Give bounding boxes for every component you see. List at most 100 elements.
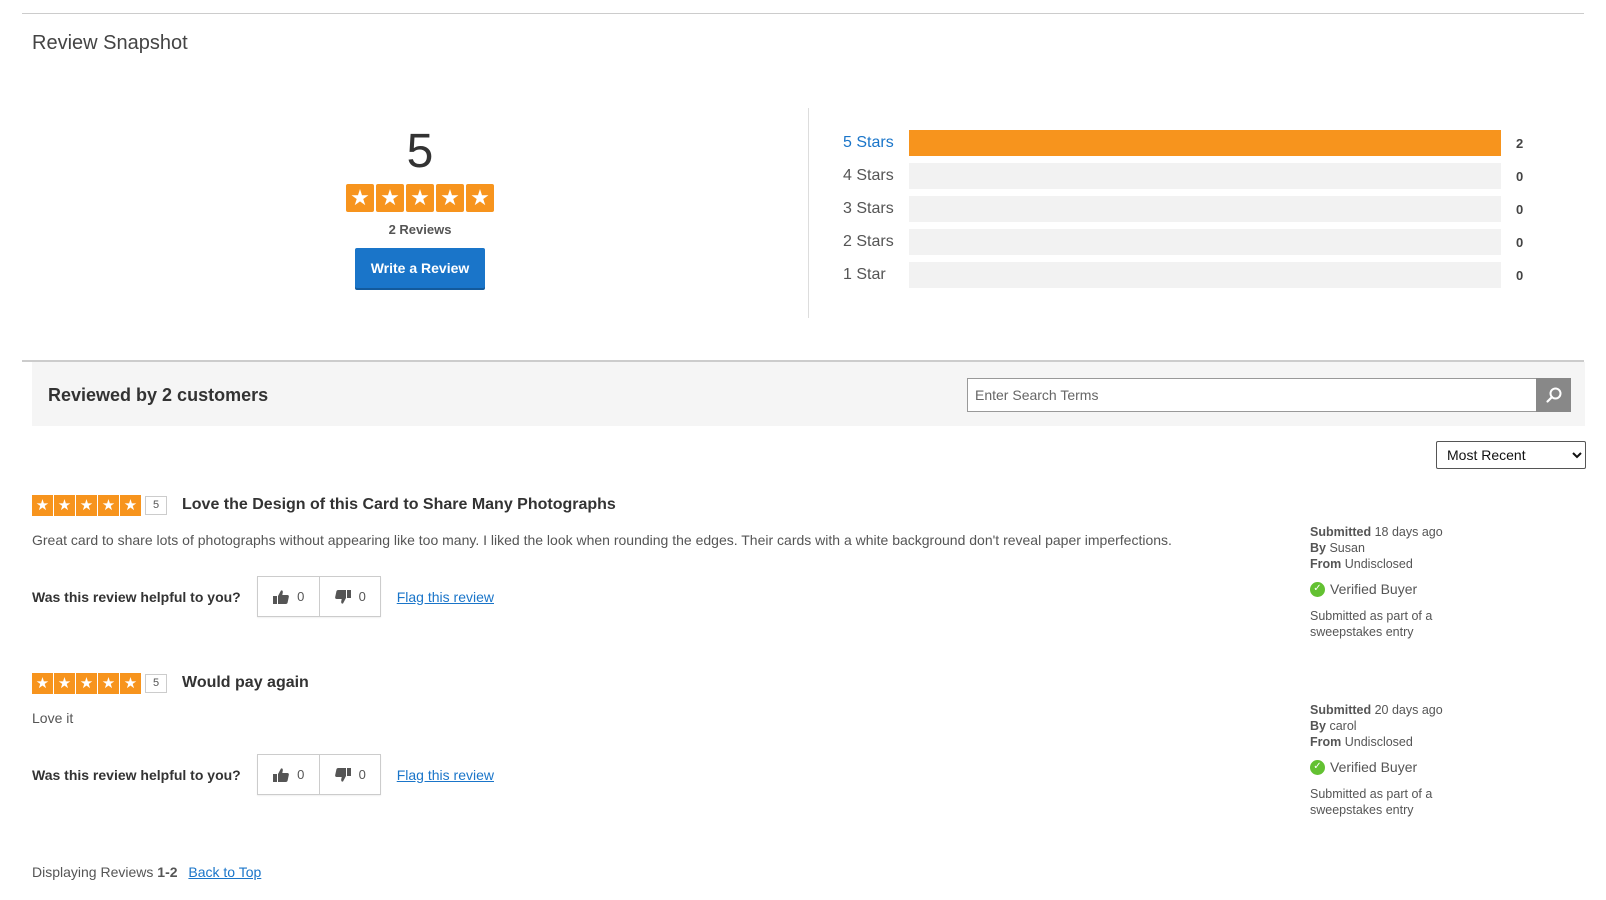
histogram-count: 0 bbox=[1516, 168, 1524, 184]
star-icon: ★ bbox=[32, 494, 53, 516]
sweepstakes-note: Submitted as part of a sweepstakes entry bbox=[1310, 609, 1433, 639]
search-icon bbox=[1545, 387, 1561, 403]
histogram-fill bbox=[909, 130, 1501, 156]
histogram-track bbox=[909, 229, 1501, 255]
sort-select[interactable]: Most Recent bbox=[1436, 441, 1586, 469]
by-label: By bbox=[1310, 719, 1326, 733]
location-line: From Undisclosed bbox=[1310, 734, 1570, 750]
review-count: 2 Reviews bbox=[388, 222, 452, 237]
thumbs-up-icon bbox=[273, 767, 289, 782]
star-icon: ★ bbox=[436, 184, 464, 212]
histogram-count: 0 bbox=[1516, 234, 1524, 250]
review-body: Great card to share lots of photographs … bbox=[32, 532, 1172, 548]
histogram-label: 3 Stars bbox=[843, 200, 894, 217]
downvote-count: 0 bbox=[358, 767, 366, 782]
helpful-question: Was this review helpful to you? bbox=[32, 766, 241, 783]
from-label: From bbox=[1310, 557, 1342, 571]
star-icon: ★ bbox=[98, 494, 119, 516]
downvote-button[interactable]: 0 bbox=[318, 755, 380, 794]
thumbs-down-icon bbox=[334, 589, 351, 604]
snapshot-title: Review Snapshot bbox=[32, 32, 188, 54]
submitted-label: Submitted bbox=[1310, 525, 1372, 539]
review-meta: Submitted 18 days ago By Susan From Undi… bbox=[1310, 524, 1570, 640]
star-icon: ★ bbox=[376, 184, 404, 212]
star-icon: ★ bbox=[76, 672, 97, 694]
thumbs-down-icon bbox=[334, 767, 351, 782]
search-input[interactable] bbox=[967, 378, 1537, 412]
author-name: carol bbox=[1329, 719, 1357, 733]
back-to-top-link[interactable]: Back to Top bbox=[188, 864, 261, 880]
histogram-label[interactable]: 5 Stars bbox=[843, 134, 909, 152]
histogram-row-2: 2 Stars 0 bbox=[843, 229, 1543, 255]
upvote-button[interactable]: 0 bbox=[257, 577, 319, 616]
submitted-value: 18 days ago bbox=[1374, 525, 1443, 539]
write-review-button[interactable]: Write a Review bbox=[355, 248, 485, 288]
review-meta: Submitted 20 days ago By carol From Undi… bbox=[1310, 702, 1570, 818]
check-circle-icon: ✓ bbox=[1310, 759, 1325, 775]
helpful-question: Was this review helpful to you? bbox=[32, 588, 241, 605]
rating-summary: 5 ★ ★ ★ ★ ★ 2 Reviews Write a Review bbox=[320, 126, 520, 288]
histogram-row-4: 4 Stars 0 bbox=[843, 163, 1543, 189]
histogram-count: 0 bbox=[1516, 201, 1524, 217]
rating-histogram: 5 Stars 2 4 Stars 0 3 Stars 0 2 Stars 0 … bbox=[843, 130, 1543, 295]
review-rating-number: 5 bbox=[145, 673, 167, 693]
flag-review-link[interactable]: Flag this review bbox=[397, 589, 494, 605]
reviews-header-bar: Reviewed by 2 customers bbox=[32, 362, 1585, 426]
review-stars: ★ ★ ★ ★ ★ bbox=[32, 672, 141, 694]
displaying-range: 1-2 bbox=[157, 864, 178, 880]
histogram-label: 4 Stars bbox=[843, 167, 894, 184]
upvote-count: 0 bbox=[297, 589, 305, 604]
location-value: Undisclosed bbox=[1344, 557, 1413, 571]
histogram-label: 2 Stars bbox=[843, 233, 894, 250]
star-icon: ★ bbox=[346, 184, 374, 212]
submitted-line: Submitted 20 days ago bbox=[1310, 702, 1570, 718]
review-rating-number: 5 bbox=[145, 495, 167, 515]
upvote-button[interactable]: 0 bbox=[257, 755, 319, 794]
location-value: Undisclosed bbox=[1344, 735, 1413, 749]
histogram-track bbox=[909, 163, 1501, 189]
reviews-heading: Reviewed by 2 customers bbox=[48, 385, 269, 405]
star-icon: ★ bbox=[32, 672, 53, 694]
verified-badge: ✓ Verified Buyer bbox=[1310, 759, 1570, 775]
thumbs-up-icon bbox=[273, 589, 289, 604]
star-icon: ★ bbox=[120, 494, 141, 516]
review-item: ★ ★ ★ ★ ★ 5 Love the Design of this Card… bbox=[32, 494, 1585, 639]
histogram-row-5[interactable]: 5 Stars 2 bbox=[843, 130, 1543, 156]
star-icon: ★ bbox=[54, 672, 75, 694]
top-divider bbox=[22, 13, 1584, 14]
from-label: From bbox=[1310, 735, 1342, 749]
verified-badge: ✓ Verified Buyer bbox=[1310, 581, 1570, 597]
review-stars: ★ ★ ★ ★ ★ bbox=[32, 494, 141, 516]
star-icon: ★ bbox=[54, 494, 75, 516]
verified-label: Verified Buyer bbox=[1330, 581, 1418, 597]
review-body: Love it bbox=[32, 710, 74, 726]
downvote-button[interactable]: 0 bbox=[318, 577, 380, 616]
star-icon: ★ bbox=[120, 672, 141, 694]
author-line: By carol bbox=[1310, 718, 1570, 734]
review-title: Would pay again bbox=[182, 674, 309, 691]
submitted-label: Submitted bbox=[1310, 703, 1372, 717]
helpful-row: Was this review helpful to you? 0 0 Flag… bbox=[32, 576, 494, 617]
summary-divider bbox=[808, 108, 809, 318]
author-line: By Susan bbox=[1310, 540, 1570, 556]
review-header: ★ ★ ★ ★ ★ 5 Love the Design of this Card… bbox=[32, 494, 1585, 516]
search-button[interactable] bbox=[1536, 378, 1571, 412]
average-stars: ★ ★ ★ ★ ★ bbox=[320, 184, 520, 212]
submitted-line: Submitted 18 days ago bbox=[1310, 524, 1570, 540]
star-icon: ★ bbox=[76, 494, 97, 516]
pagination-footer: Displaying Reviews 1-2 Back to Top bbox=[32, 864, 261, 880]
helpful-row: Was this review helpful to you? 0 0 Flag… bbox=[32, 754, 494, 795]
check-circle-icon: ✓ bbox=[1310, 581, 1325, 597]
histogram-label: 1 Star bbox=[843, 266, 886, 283]
review-title: Love the Design of this Card to Share Ma… bbox=[182, 496, 616, 513]
star-icon: ★ bbox=[406, 184, 434, 212]
histogram-track bbox=[909, 196, 1501, 222]
review-item: ★ ★ ★ ★ ★ 5 Would pay again Love it Was … bbox=[32, 672, 1585, 817]
flag-review-link[interactable]: Flag this review bbox=[397, 767, 494, 783]
downvote-count: 0 bbox=[358, 589, 366, 604]
histogram-row-3: 3 Stars 0 bbox=[843, 196, 1543, 222]
sweepstakes-note: Submitted as part of a sweepstakes entry bbox=[1310, 787, 1433, 817]
histogram-track bbox=[909, 262, 1501, 288]
average-rating: 5 bbox=[406, 125, 434, 178]
vote-group: 0 0 bbox=[256, 754, 381, 795]
